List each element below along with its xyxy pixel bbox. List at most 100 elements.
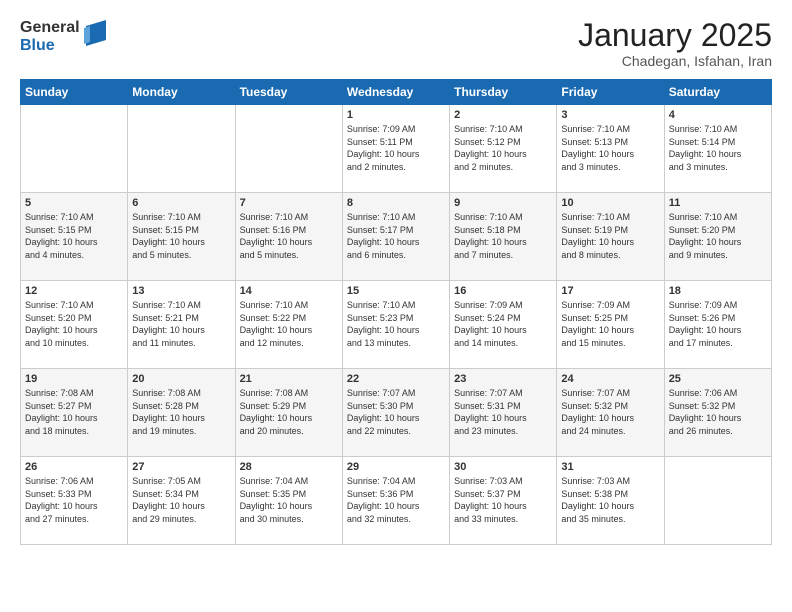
- day-content: Sunrise: 7:10 AM Sunset: 5:20 PM Dayligh…: [669, 211, 767, 261]
- day-content: Sunrise: 7:06 AM Sunset: 5:32 PM Dayligh…: [669, 387, 767, 437]
- day-content: Sunrise: 7:10 AM Sunset: 5:12 PM Dayligh…: [454, 123, 552, 173]
- day-content: Sunrise: 7:10 AM Sunset: 5:17 PM Dayligh…: [347, 211, 445, 261]
- logo-general: General: [20, 19, 80, 37]
- title-block: January 2025 Chadegan, Isfahan, Iran: [578, 18, 772, 69]
- day-content: Sunrise: 7:05 AM Sunset: 5:34 PM Dayligh…: [132, 475, 230, 525]
- day-content: Sunrise: 7:08 AM Sunset: 5:27 PM Dayligh…: [25, 387, 123, 437]
- calendar-cell: 1 Sunrise: 7:09 AM Sunset: 5:11 PM Daylig…: [342, 105, 449, 193]
- day-number: 26: [25, 461, 123, 473]
- day-content: Sunrise: 7:08 AM Sunset: 5:28 PM Dayligh…: [132, 387, 230, 437]
- day-number: 29: [347, 461, 445, 473]
- day-content: Sunrise: 7:09 AM Sunset: 5:24 PM Dayligh…: [454, 299, 552, 349]
- calendar-cell: [21, 105, 128, 193]
- day-content: Sunrise: 7:03 AM Sunset: 5:37 PM Dayligh…: [454, 475, 552, 525]
- day-content: Sunrise: 7:10 AM Sunset: 5:19 PM Dayligh…: [561, 211, 659, 261]
- day-content: Sunrise: 7:10 AM Sunset: 5:21 PM Dayligh…: [132, 299, 230, 349]
- day-number: 11: [669, 197, 767, 209]
- calendar-cell: 15Sunrise: 7:10 AM Sunset: 5:23 PM Dayli…: [342, 281, 449, 369]
- calendar-cell: 16 Sunrise: 7:09 AM Sunset: 5:24 PM Dayli…: [450, 281, 557, 369]
- week-row-4: 19 Sunrise: 7:08 AM Sunset: 5:27 PM Dayli…: [21, 369, 772, 457]
- day-number: 24: [561, 373, 659, 385]
- logo-blue: Blue: [20, 37, 80, 55]
- day-content: Sunrise: 7:07 AM Sunset: 5:31 PM Dayligh…: [454, 387, 552, 437]
- logo-text: General Blue: [20, 19, 80, 54]
- calendar-cell: 20 Sunrise: 7:08 AM Sunset: 5:28 PM Dayli…: [128, 369, 235, 457]
- logo: General Blue: [20, 18, 106, 55]
- day-content: Sunrise: 7:10 AM Sunset: 5:14 PM Dayligh…: [669, 123, 767, 173]
- day-number: 10: [561, 197, 659, 209]
- week-row-1: 1 Sunrise: 7:09 AM Sunset: 5:11 PM Daylig…: [21, 105, 772, 193]
- day-number: 19: [25, 373, 123, 385]
- day-number: 7: [240, 197, 338, 209]
- calendar-table: SundayMondayTuesdayWednesdayThursdayFrid…: [20, 79, 772, 545]
- location: Chadegan, Isfahan, Iran: [578, 53, 772, 69]
- weekday-header-row: SundayMondayTuesdayWednesdayThursdayFrid…: [21, 80, 772, 105]
- day-content: Sunrise: 7:10 AM Sunset: 5:15 PM Dayligh…: [25, 211, 123, 261]
- calendar-cell: 6 Sunrise: 7:10 AM Sunset: 5:15 PM Daylig…: [128, 193, 235, 281]
- calendar-cell: [664, 457, 771, 545]
- calendar-cell: 2Sunrise: 7:10 AM Sunset: 5:12 PM Daylig…: [450, 105, 557, 193]
- calendar-cell: 29 Sunrise: 7:04 AM Sunset: 5:36 PM Dayli…: [342, 457, 449, 545]
- calendar-cell: 4Sunrise: 7:10 AM Sunset: 5:14 PM Daylig…: [664, 105, 771, 193]
- day-number: 5: [25, 197, 123, 209]
- day-number: 18: [669, 285, 767, 297]
- day-number: 9: [454, 197, 552, 209]
- calendar-cell: 7 Sunrise: 7:10 AM Sunset: 5:16 PM Daylig…: [235, 193, 342, 281]
- logo-icon: [84, 18, 106, 55]
- calendar-cell: 19 Sunrise: 7:08 AM Sunset: 5:27 PM Dayli…: [21, 369, 128, 457]
- week-row-5: 26Sunrise: 7:06 AM Sunset: 5:33 PM Dayli…: [21, 457, 772, 545]
- day-content: Sunrise: 7:10 AM Sunset: 5:18 PM Dayligh…: [454, 211, 552, 261]
- calendar-cell: 25 Sunrise: 7:06 AM Sunset: 5:32 PM Dayli…: [664, 369, 771, 457]
- day-content: Sunrise: 7:07 AM Sunset: 5:32 PM Dayligh…: [561, 387, 659, 437]
- day-number: 28: [240, 461, 338, 473]
- day-content: Sunrise: 7:07 AM Sunset: 5:30 PM Dayligh…: [347, 387, 445, 437]
- day-content: Sunrise: 7:04 AM Sunset: 5:35 PM Dayligh…: [240, 475, 338, 525]
- weekday-header-tuesday: Tuesday: [235, 80, 342, 105]
- day-number: 20: [132, 373, 230, 385]
- calendar-cell: 17 Sunrise: 7:09 AM Sunset: 5:25 PM Dayli…: [557, 281, 664, 369]
- calendar-cell: 13 Sunrise: 7:10 AM Sunset: 5:21 PM Dayli…: [128, 281, 235, 369]
- day-number: 23: [454, 373, 552, 385]
- calendar-cell: 23 Sunrise: 7:07 AM Sunset: 5:31 PM Dayli…: [450, 369, 557, 457]
- day-content: Sunrise: 7:10 AM Sunset: 5:22 PM Dayligh…: [240, 299, 338, 349]
- day-number: 1: [347, 109, 445, 121]
- day-content: Sunrise: 7:10 AM Sunset: 5:23 PM Dayligh…: [347, 299, 445, 349]
- calendar-cell: 12Sunrise: 7:10 AM Sunset: 5:20 PM Dayli…: [21, 281, 128, 369]
- day-number: 31: [561, 461, 659, 473]
- calendar-page: General Blue January 2025 Chadegan, Isfa…: [0, 0, 792, 612]
- day-number: 17: [561, 285, 659, 297]
- day-content: Sunrise: 7:10 AM Sunset: 5:16 PM Dayligh…: [240, 211, 338, 261]
- day-number: 12: [25, 285, 123, 297]
- day-content: Sunrise: 7:04 AM Sunset: 5:36 PM Dayligh…: [347, 475, 445, 525]
- day-number: 3: [561, 109, 659, 121]
- day-content: Sunrise: 7:09 AM Sunset: 5:26 PM Dayligh…: [669, 299, 767, 349]
- day-content: Sunrise: 7:09 AM Sunset: 5:11 PM Dayligh…: [347, 123, 445, 173]
- weekday-header-wednesday: Wednesday: [342, 80, 449, 105]
- month-title: January 2025: [578, 18, 772, 53]
- weekday-header-friday: Friday: [557, 80, 664, 105]
- weekday-header-monday: Monday: [128, 80, 235, 105]
- day-content: Sunrise: 7:08 AM Sunset: 5:29 PM Dayligh…: [240, 387, 338, 437]
- header: General Blue January 2025 Chadegan, Isfa…: [20, 18, 772, 69]
- day-number: 13: [132, 285, 230, 297]
- day-number: 25: [669, 373, 767, 385]
- day-number: 14: [240, 285, 338, 297]
- day-number: 16: [454, 285, 552, 297]
- day-number: 6: [132, 197, 230, 209]
- day-content: Sunrise: 7:09 AM Sunset: 5:25 PM Dayligh…: [561, 299, 659, 349]
- calendar-cell: 3Sunrise: 7:10 AM Sunset: 5:13 PM Daylig…: [557, 105, 664, 193]
- calendar-cell: 30 Sunrise: 7:03 AM Sunset: 5:37 PM Dayli…: [450, 457, 557, 545]
- calendar-cell: 31 Sunrise: 7:03 AM Sunset: 5:38 PM Dayli…: [557, 457, 664, 545]
- day-number: 30: [454, 461, 552, 473]
- day-content: Sunrise: 7:03 AM Sunset: 5:38 PM Dayligh…: [561, 475, 659, 525]
- calendar-cell: 10 Sunrise: 7:10 AM Sunset: 5:19 PM Dayli…: [557, 193, 664, 281]
- day-content: Sunrise: 7:10 AM Sunset: 5:15 PM Dayligh…: [132, 211, 230, 261]
- day-number: 22: [347, 373, 445, 385]
- calendar-cell: 21Sunrise: 7:08 AM Sunset: 5:29 PM Dayli…: [235, 369, 342, 457]
- calendar-cell: 27Sunrise: 7:05 AM Sunset: 5:34 PM Dayli…: [128, 457, 235, 545]
- calendar-cell: 24 Sunrise: 7:07 AM Sunset: 5:32 PM Dayli…: [557, 369, 664, 457]
- calendar-cell: 26Sunrise: 7:06 AM Sunset: 5:33 PM Dayli…: [21, 457, 128, 545]
- day-number: 8: [347, 197, 445, 209]
- calendar-cell: 11 Sunrise: 7:10 AM Sunset: 5:20 PM Dayli…: [664, 193, 771, 281]
- calendar-cell: 8 Sunrise: 7:10 AM Sunset: 5:17 PM Daylig…: [342, 193, 449, 281]
